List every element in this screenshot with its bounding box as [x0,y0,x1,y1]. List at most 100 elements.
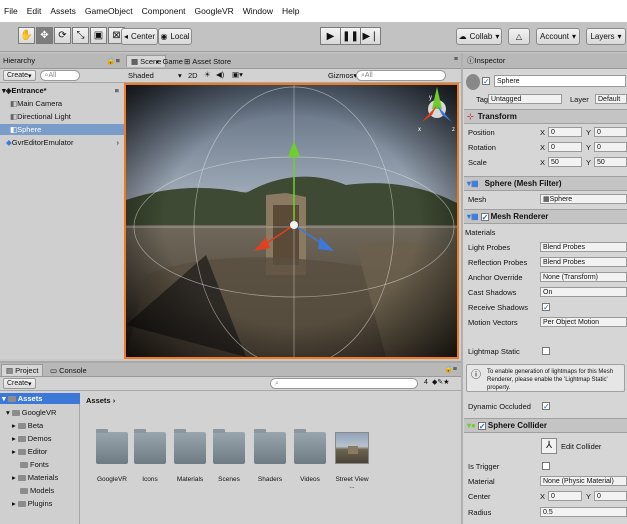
dynamic-occluded-checkbox[interactable]: ✓ [542,402,550,411]
asset-folder-materials[interactable]: Materials [170,429,210,483]
sphere-collider-header[interactable]: ▾● ✓ Sphere Collider [464,418,627,433]
audio-icon[interactable]: ◀) [216,70,224,79]
edit-collider-button[interactable]: ⅄ [541,438,557,454]
scene-root[interactable]: ▾◈Entrance* ≡ [0,85,124,96]
hand-tool-icon[interactable]: ✋ [18,27,35,44]
tab-inspector[interactable]: Inspector [475,56,506,65]
scene-search-input[interactable]: ⌕ All [356,70,446,81]
light-probes-dropdown[interactable]: Blend Probes [540,242,627,252]
mesh-filter-header[interactable]: ▾▦ Sphere (Mesh Filter) [464,176,627,191]
rect-tool-icon[interactable]: ▣ [90,27,107,44]
menu-edit[interactable]: Edit [27,6,42,16]
tree-plugins[interactable]: ▸ Plugins [0,498,52,509]
rotate-tool-icon[interactable]: ⟳ [54,27,71,44]
hierarchy-create-button[interactable]: Create ▾ [3,70,36,81]
tree-models[interactable]: Models [0,485,54,496]
transform-header[interactable]: ⊹ Transform [464,109,627,124]
motion-vectors-dropdown[interactable]: Per Object Motion [540,317,627,327]
hierarchy-tab[interactable]: Hierarchy [3,56,35,65]
collab-dropdown[interactable]: ☁ Collab ▾ [456,28,502,45]
account-dropdown[interactable]: Account ▾ [536,28,580,45]
scale-tool-icon[interactable]: ⤡ [72,27,89,44]
mesh-renderer-header[interactable]: ▾▦ ✓ Mesh Renderer [464,209,627,224]
tree-googlevr[interactable]: ▾ GoogleVR [0,407,56,418]
panel-menu-icon[interactable]: 🔒≡ [444,365,457,373]
tree-demos[interactable]: ▸ Demos [0,433,52,444]
is-trigger-checkbox[interactable] [542,462,550,470]
rotation-y-field[interactable]: 0 [594,142,627,152]
tab-console[interactable]: ▭ Console [46,364,91,376]
receive-shadows-checkbox[interactable]: ✓ [542,303,550,312]
space-toggle[interactable]: ◉ Local [158,28,192,45]
asset-folder-shaders[interactable]: Shaders [250,429,290,483]
menu-file[interactable]: File [4,6,18,16]
menu-assets[interactable]: Assets [50,6,76,16]
hierarchy-item-sphere[interactable]: ◧ Sphere [0,124,124,135]
tag-dropdown[interactable]: Untagged [488,94,562,104]
lock-icon[interactable]: 🔒≡ [106,56,120,65]
hierarchy-item-main-camera[interactable]: ◧ Main Camera [0,98,124,109]
play-button[interactable]: ▶ [320,27,341,45]
breadcrumb[interactable]: Assets › [86,396,115,405]
hierarchy-item-gvreditoremulator[interactable]: ◆GvrEditorEmulator › [0,137,124,148]
menu-googlevr[interactable]: GoogleVR [195,6,234,16]
tree-assets[interactable]: ▾ Assets [0,393,80,404]
sphere-collider-enabled-checkbox[interactable]: ✓ [477,421,486,430]
object-name-field[interactable]: Sphere [494,75,626,87]
anchor-override-field[interactable]: None (Transform) [540,272,627,282]
asset-folder-googlevr[interactable]: GoogleVR [92,429,132,483]
material-field[interactable]: None (Physic Material) [540,476,627,486]
scene-menu-icon[interactable]: ≡ [115,86,119,95]
asset-folder-icons[interactable]: Icons [130,429,170,483]
step-button[interactable]: ▶❘ [360,27,381,45]
project-search-input[interactable]: ⌕ [270,378,418,389]
gizmos-dropdown[interactable]: Gizmos▾ [328,71,357,80]
mesh-renderer-enabled-checkbox[interactable]: ✓ [480,212,489,221]
layer-dropdown[interactable]: Default [595,94,627,104]
position-x-field[interactable]: 0 [548,127,582,137]
radius-field[interactable]: 0.5 [540,507,627,517]
scene-viewport[interactable]: y x z [124,83,459,359]
tab-project[interactable]: ▤ Project [1,364,44,376]
lightmap-static-checkbox[interactable] [542,347,550,355]
tree-beta[interactable]: ▸ Beta [0,420,43,431]
shading-dropdown[interactable]: Shaded [128,71,154,80]
hierarchy-item-directional-light[interactable]: ◧ Directional Light [0,111,124,122]
move-tool-icon[interactable]: ✥ [36,27,53,44]
cloud-services-button[interactable]: △ [508,28,530,45]
hierarchy-search-input[interactable]: ⌕ All [39,70,80,81]
menu-help[interactable]: Help [282,6,299,16]
lighting-icon[interactable]: ☀ [204,70,211,79]
tree-editor[interactable]: ▸ Editor [0,446,47,457]
cast-shadows-dropdown[interactable]: On [540,287,627,297]
filter-icons[interactable]: ◆✎★ [432,378,450,386]
pause-button[interactable]: ❚❚ [340,27,361,45]
asset-street-view[interactable]: Street View ... [332,432,372,490]
materials-row[interactable]: Materials [464,226,627,238]
asset-folder-scenes[interactable]: Scenes [209,429,249,483]
tree-materials[interactable]: ▸ Materials [0,472,58,483]
scale-y-field[interactable]: 50 [594,157,627,167]
edit-collider-label: Edit Collider [561,442,602,451]
effects-icon[interactable]: ▣▾ [232,70,243,79]
toggle-2d-button[interactable]: 2D [188,71,198,80]
position-y-field[interactable]: 0 [594,127,627,137]
tree-fonts[interactable]: Fonts [0,459,49,470]
tab-asset-store[interactable]: ⊞ Asset Store [180,55,235,67]
project-create-button[interactable]: Create ▾ [3,378,36,389]
center-x-field[interactable]: 0 [548,491,582,501]
reflection-probes-dropdown[interactable]: Blend Probes [540,257,627,267]
active-checkbox[interactable]: ✓ [482,77,490,86]
pivot-toggle[interactable]: ◂ Center [121,28,158,45]
menu-window[interactable]: Window [243,6,273,16]
menu-component[interactable]: Component [142,6,186,16]
menu-gameobject[interactable]: GameObject [85,6,133,16]
scale-x-field[interactable]: 50 [548,157,582,167]
asset-folder-videos[interactable]: Videos [290,429,330,483]
mesh-field[interactable]: ▦ Sphere [540,194,627,204]
center-y-field[interactable]: 0 [594,491,627,501]
create-label: Create [7,380,29,387]
rotation-x-field[interactable]: 0 [548,142,582,152]
layers-dropdown[interactable]: Layers ▾ [586,28,626,45]
panel-menu-icon[interactable]: ≡ [454,56,458,63]
